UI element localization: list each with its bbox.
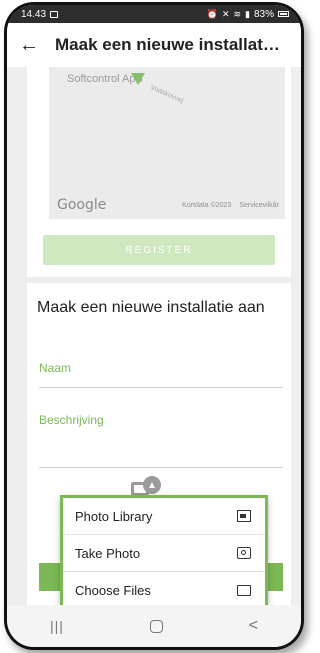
battery-icon [278, 11, 289, 17]
map-view[interactable]: Softcontrol ApS Vodskovvej Google Kortda… [49, 67, 285, 219]
status-time: 14.43 [21, 8, 47, 20]
screen: 14.43 ⏰ ✕ ≋ ▮ 83% ← Maak een nieuwe inst… [7, 5, 301, 647]
submit-button-left-edge[interactable] [39, 563, 61, 591]
folder-icon [237, 584, 251, 596]
app-bar: ← Maak een nieuwe installati… [7, 23, 301, 67]
photo-library-icon [237, 510, 251, 522]
map-footer: Kortdata ©2023 Servicevilkår [182, 202, 279, 209]
map-pin-icon [131, 73, 145, 85]
upload-image-icon[interactable]: ▲ [131, 476, 161, 496]
register-button[interactable]: REGISTER [43, 235, 275, 265]
map-card: Softcontrol ApS Vodskovvej Google Kortda… [27, 67, 291, 277]
recent-apps-icon[interactable]: ||| [50, 618, 64, 634]
description-field[interactable]: Beschrijving [39, 413, 104, 427]
camera-icon [237, 547, 251, 559]
name-field-underline [39, 387, 283, 388]
menu-item-photo-library[interactable]: Photo Library [63, 498, 265, 535]
signal-icon: ▮ [245, 8, 250, 19]
home-icon[interactable] [149, 619, 163, 633]
battery-percent: 83% [253, 8, 274, 20]
nav-back-icon[interactable]: < [249, 617, 258, 635]
menu-item-label: Photo Library [75, 508, 153, 524]
back-arrow-icon[interactable]: ← [19, 34, 41, 57]
map-data-credit[interactable]: Kortdata ©2023 [182, 202, 231, 209]
google-logo: Google [57, 197, 107, 213]
image-notification-icon [50, 10, 59, 18]
system-nav-bar: ||| < [7, 605, 301, 647]
wifi-icon: ≋ [233, 8, 242, 19]
menu-item-label: Choose Files [75, 582, 151, 598]
alarm-icon: ⏰ [206, 8, 218, 19]
map-terms-link[interactable]: Servicevilkår [239, 202, 279, 209]
menu-item-choose-files[interactable]: Choose Files [63, 572, 265, 608]
form-title: Maak een nieuwe installatie aan [37, 299, 265, 316]
mute-icon: ✕ [221, 8, 230, 19]
menu-item-label: Take Photo [75, 545, 141, 561]
phone-frame: 14.43 ⏰ ✕ ≋ ▮ 83% ← Maak een nieuwe inst… [4, 2, 304, 650]
menu-item-take-photo[interactable]: Take Photo [63, 535, 265, 572]
page-title: Maak een nieuwe installati… [55, 35, 281, 54]
name-field[interactable]: Naam [39, 361, 71, 375]
status-bar: 14.43 ⏰ ✕ ≋ ▮ 83% [7, 5, 301, 23]
description-field-underline [39, 467, 283, 468]
map-road-label: Vodskovvej [149, 84, 185, 105]
attachment-menu: Photo Library Take Photo Choose Files [60, 495, 268, 609]
